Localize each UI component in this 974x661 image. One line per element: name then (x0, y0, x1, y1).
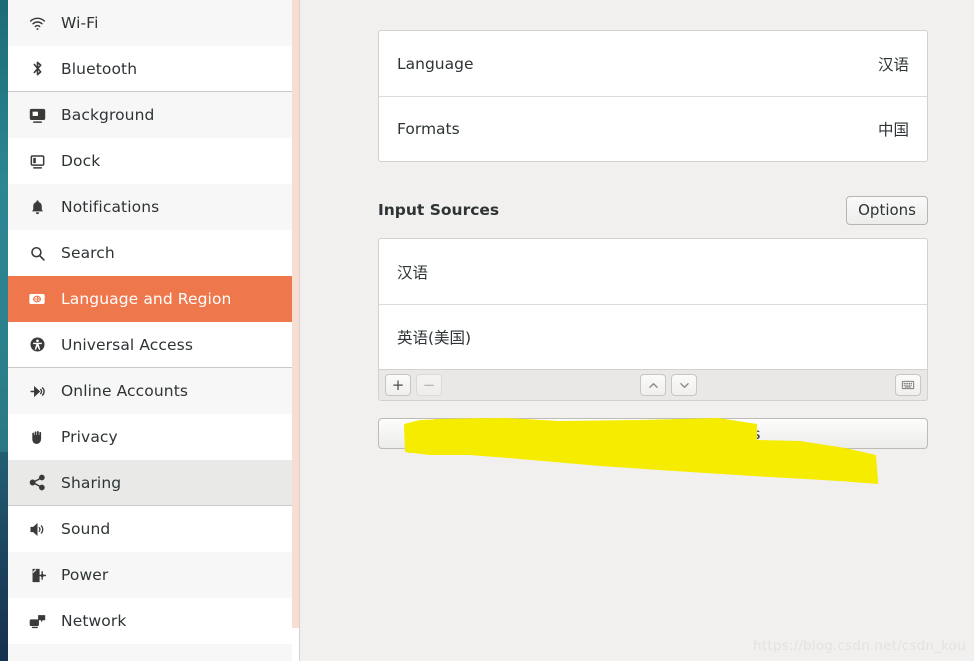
sidebar-scrollbar-thumb[interactable] (292, 0, 299, 628)
sidebar-item-label: Sound (61, 520, 111, 538)
sharing-icon (22, 474, 52, 491)
sidebar-item-online-accounts[interactable]: Online Accounts (8, 368, 299, 414)
sidebar-item-privacy[interactable]: Privacy (8, 414, 299, 460)
sidebar-item-label: Privacy (61, 428, 118, 446)
language-row-value: 汉语 (877, 55, 909, 74)
chevron-up-icon (648, 382, 658, 388)
input-sources-list: 汉语 英语(美国) (378, 238, 928, 370)
move-up-button[interactable] (640, 374, 666, 396)
sidebar-divider (299, 0, 300, 661)
sidebar-item-language-and-region[interactable]: Language and Region (8, 276, 299, 322)
sidebar-item-label: Wi-Fi (61, 14, 99, 32)
sidebar-item-label: Online Accounts (61, 382, 189, 400)
language-and-region-panel: Language 汉语 Formats 中国 Input Sources Opt… (300, 0, 974, 661)
sidebar-item-wi-fi[interactable]: Wi-Fi (8, 0, 299, 46)
network-icon (22, 613, 52, 630)
manage-installed-languages-button[interactable]: Manage Installed Languages (378, 418, 928, 449)
sidebar-item-label: Search (61, 244, 115, 262)
sidebar-item-label: Language and Region (61, 290, 232, 308)
language-icon (22, 290, 52, 308)
list-item[interactable]: 英语(美国) (379, 304, 927, 369)
sidebar-item-label: Sharing (61, 473, 122, 492)
input-source-label: 汉语 (397, 263, 429, 282)
add-input-source-button[interactable]: + (385, 374, 411, 396)
watermark: https://blog.csdn.net/csdn_kou (753, 638, 966, 654)
sidebar-item-overflow (8, 644, 299, 661)
show-keyboard-layout-button[interactable] (895, 374, 921, 396)
search-icon (22, 245, 52, 262)
power-icon (22, 567, 52, 584)
wifi-icon (22, 15, 52, 32)
sidebar-item-power[interactable]: Power (8, 552, 299, 598)
dock-icon (22, 153, 52, 170)
chevron-down-icon (679, 382, 689, 388)
sidebar: Wi-Fi Bluetooth Background Dock Notifica… (8, 0, 299, 661)
sidebar-item-sharing[interactable]: Sharing (8, 460, 299, 506)
formats-row[interactable]: Formats 中国 (379, 96, 927, 161)
options-button[interactable]: Options (846, 195, 928, 225)
language-formats-card: Language 汉语 Formats 中国 (378, 30, 928, 162)
online-accounts-icon (22, 383, 52, 400)
sidebar-item-label: Background (61, 106, 155, 124)
sidebar-item-label: Dock (61, 152, 101, 170)
input-sources-title: Input Sources (378, 201, 500, 219)
list-item[interactable]: 汉语 (379, 239, 927, 304)
move-down-button[interactable] (671, 374, 697, 396)
sidebar-item-background[interactable]: Background (8, 92, 299, 138)
settings-window: Wi-Fi Bluetooth Background Dock Notifica… (8, 0, 974, 661)
sidebar-item-label: Universal Access (61, 335, 194, 354)
sidebar-item-network[interactable]: Network (8, 598, 299, 644)
universal-access-icon (22, 336, 52, 353)
sidebar-item-sound[interactable]: Sound (8, 506, 299, 552)
formats-row-label: Formats (397, 120, 460, 138)
language-row[interactable]: Language 汉语 (379, 31, 927, 96)
move-buttons-group (640, 374, 697, 396)
notifications-icon (22, 199, 52, 216)
remove-input-source-button[interactable]: − (416, 374, 442, 396)
sidebar-item-bluetooth[interactable]: Bluetooth (8, 46, 299, 92)
sidebar-item-label: Notifications (61, 198, 160, 216)
input-sources-toolbar: + − (378, 370, 928, 401)
sidebar-item-label: Network (61, 612, 127, 630)
formats-row-value: 中国 (877, 121, 909, 139)
sound-icon (22, 521, 52, 538)
input-source-label: 英语(美国) (397, 329, 472, 347)
bluetooth-icon (22, 60, 52, 77)
desktop-background-strip-lower (0, 452, 8, 661)
sidebar-item-notifications[interactable]: Notifications (8, 184, 299, 230)
sidebar-item-label: Bluetooth (61, 59, 138, 78)
privacy-icon (22, 429, 52, 446)
keyboard-icon (901, 380, 915, 390)
background-icon (22, 107, 52, 124)
sidebar-item-dock[interactable]: Dock (8, 138, 299, 184)
input-sources-header: Input Sources Options (378, 193, 928, 227)
language-row-label: Language (397, 54, 474, 73)
sidebar-item-label: Power (61, 566, 109, 584)
sidebar-item-search[interactable]: Search (8, 230, 299, 276)
sidebar-item-universal-access[interactable]: Universal Access (8, 322, 299, 368)
